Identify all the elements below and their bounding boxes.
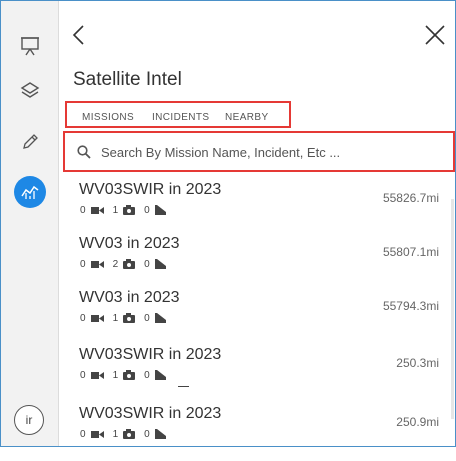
incident-count: 0	[144, 312, 150, 324]
video-camera-icon	[90, 206, 104, 214]
mission-distance: 55807.1mi	[382, 245, 439, 259]
presentation-board-icon	[21, 37, 39, 56]
mission-counts: 0 1 0	[80, 203, 175, 217]
incident-count: 0	[144, 369, 150, 381]
mission-distance: 250.9mi	[396, 415, 439, 429]
image-count: 2	[112, 258, 119, 270]
tab-nearby[interactable]: NEARBY	[225, 112, 269, 123]
back-button[interactable]	[69, 23, 89, 47]
incident-count: 0	[144, 204, 150, 216]
camera-icon	[123, 205, 136, 215]
mission-distance: 55794.3mi	[382, 299, 439, 313]
mission-counts: 0 1 0	[80, 427, 175, 441]
video-count: 0	[80, 428, 86, 440]
sidebar-item-layers[interactable]	[11, 71, 49, 109]
camera-icon	[123, 429, 136, 439]
search-bar	[67, 139, 445, 165]
mission-name: WV03SWIR in 2023	[79, 405, 222, 422]
incident-flag-icon	[154, 370, 166, 380]
camera-icon	[123, 370, 136, 380]
mission-name: WV03SWIR in 2023	[79, 181, 222, 198]
mission-counts: 0 2 0	[80, 257, 175, 271]
video-count: 0	[80, 369, 86, 381]
close-button[interactable]	[423, 23, 447, 47]
list-scrollbar[interactable]	[451, 199, 454, 419]
sidebar-item-analytics[interactable]	[11, 173, 49, 211]
image-count: 1	[112, 369, 119, 381]
incident-count: 0	[144, 428, 150, 440]
mission-counts: 0 1 0	[80, 311, 175, 325]
mission-distance: 250.3mi	[396, 356, 439, 370]
mission-distance: 55826.7mi	[382, 191, 439, 205]
video-count: 0	[80, 312, 86, 324]
camera-icon	[123, 313, 136, 323]
sidebar-item-draw[interactable]	[11, 123, 49, 161]
mission-counts: 0 1 0	[80, 368, 175, 382]
video-count: 0	[80, 204, 86, 216]
video-count: 0	[80, 258, 86, 270]
video-camera-icon	[90, 260, 104, 268]
incident-count: 0	[144, 258, 150, 270]
analytics-active-badge	[14, 176, 46, 208]
tab-missions[interactable]: MISSIONS	[82, 112, 134, 123]
chevron-left-icon	[72, 25, 84, 45]
mission-item[interactable]: WV03SWIR in 2023 250.9mi 0 1 0	[59, 405, 449, 461]
user-avatar[interactable]: ir	[14, 405, 44, 435]
video-camera-icon	[90, 371, 104, 379]
image-count: 1	[112, 204, 119, 216]
video-camera-icon	[90, 314, 104, 322]
analytics-icon	[21, 185, 39, 199]
panel-title: Satellite Intel	[73, 69, 182, 90]
pencil-icon	[23, 134, 38, 149]
mission-name: WV03SWIR in 2023	[79, 346, 222, 363]
satellite-intel-panel: Satellite Intel MISSIONS INCIDENTS NEARB…	[59, 1, 455, 446]
tab-incidents[interactable]: INCIDENTS	[152, 112, 210, 123]
sidebar-item-presentation[interactable]	[11, 27, 49, 65]
mission-name: WV03 in 2023	[79, 289, 180, 306]
sidebar-rail: ir	[1, 1, 59, 446]
divider	[178, 386, 189, 387]
mission-item[interactable]: WV03 in 2023 55794.3mi 0 1 0	[59, 289, 449, 345]
incident-flag-icon	[154, 313, 166, 323]
incident-flag-icon	[154, 429, 166, 439]
close-icon	[425, 25, 445, 45]
layers-icon	[20, 82, 40, 98]
incident-flag-icon	[154, 259, 166, 269]
incident-flag-icon	[154, 205, 166, 215]
search-input[interactable]	[101, 144, 431, 160]
image-count: 1	[112, 312, 119, 324]
image-count: 1	[112, 428, 119, 440]
mission-name: WV03 in 2023	[79, 235, 180, 252]
search-icon	[77, 145, 91, 159]
mission-item[interactable]: WV03SWIR in 2023 55826.7mi 0 1 0	[59, 181, 449, 237]
mission-item[interactable]: WV03SWIR in 2023 250.3mi 0 1 0	[59, 346, 449, 402]
camera-icon	[123, 259, 136, 269]
video-camera-icon	[90, 430, 104, 438]
mission-item[interactable]: WV03 in 2023 55807.1mi 0 2 0	[59, 235, 449, 291]
